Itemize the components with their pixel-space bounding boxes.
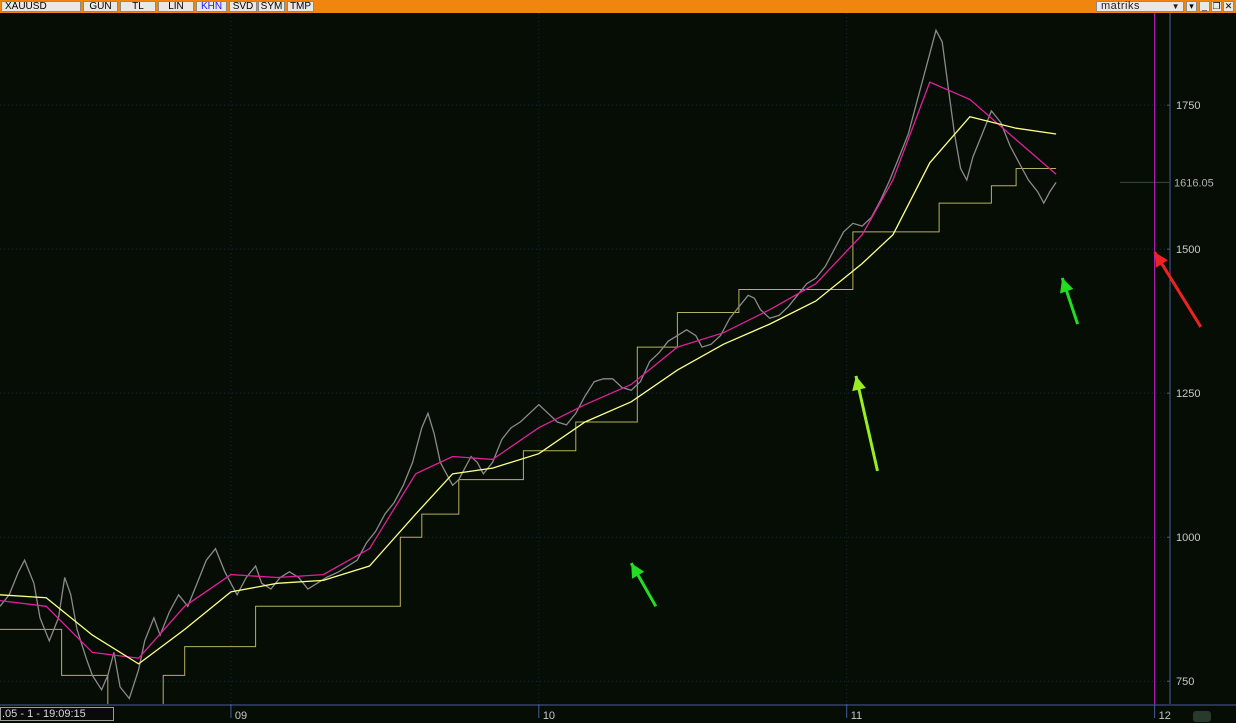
x-axis: 09 10 11 12 xyxy=(0,704,1236,722)
toolbar-button-lin[interactable]: LIN xyxy=(158,1,194,12)
status-timestamp: .05 - 1 - 19:09:15 xyxy=(0,707,114,721)
x-tick-label: 11 xyxy=(851,710,862,722)
last-value-label: 1616.05 xyxy=(1174,177,1214,189)
y-tick-label: 1500 xyxy=(1176,244,1200,256)
x-tick-label: 10 xyxy=(543,710,555,722)
dropdown-icon[interactable]: ▾ xyxy=(1186,1,1197,12)
minimize-icon[interactable]: _ xyxy=(1199,1,1210,12)
toolbar-button-sym[interactable]: SYM xyxy=(258,1,285,12)
annotation-arrowhead-green xyxy=(1060,277,1074,294)
restore-icon[interactable]: ❐ xyxy=(1211,1,1222,12)
series-price xyxy=(0,28,1057,700)
annotation-arrow-lime xyxy=(854,375,879,472)
y-tick-label: 1750 xyxy=(1176,100,1200,112)
toolbar: XAUUSD GUN TL LIN KHN SVD SYM TMP matriks ▼ ▾ _… xyxy=(0,0,1236,13)
y-tick-label: 1000 xyxy=(1176,532,1200,544)
y-tick-label: 1250 xyxy=(1176,388,1200,400)
series-magenta xyxy=(0,81,1057,659)
toolbar-button-tmp[interactable]: TMP xyxy=(287,1,314,12)
brand-logo: matriks ▼ xyxy=(1096,1,1184,12)
chevron-down-icon[interactable]: ▼ xyxy=(1172,2,1180,12)
annotation-arrowhead-lime xyxy=(852,375,866,392)
toolbar-button-tl[interactable]: TL xyxy=(120,1,156,12)
x-tick-label: 09 xyxy=(235,710,247,722)
price-chart[interactable]: 750 1000 1250 1500 1750 1616.05 xyxy=(0,13,1236,710)
toolbar-button-svd[interactable]: SVD xyxy=(229,1,257,12)
x-tick-label: 12 xyxy=(1159,710,1171,722)
toolbar-button-gun[interactable]: GUN xyxy=(83,1,118,12)
close-icon[interactable]: ✕ xyxy=(1223,1,1234,12)
y-tick-label: 750 xyxy=(1176,676,1194,688)
brand-label: matriks xyxy=(1101,0,1140,12)
corner-icon[interactable] xyxy=(1193,711,1211,722)
toolbar-button-khn[interactable]: KHN xyxy=(196,1,227,12)
symbol-field[interactable]: XAUUSD xyxy=(1,1,81,12)
series-yellow xyxy=(0,115,1057,665)
chart-area[interactable]: 750 1000 1250 1500 1750 1616.05 xyxy=(0,13,1236,710)
